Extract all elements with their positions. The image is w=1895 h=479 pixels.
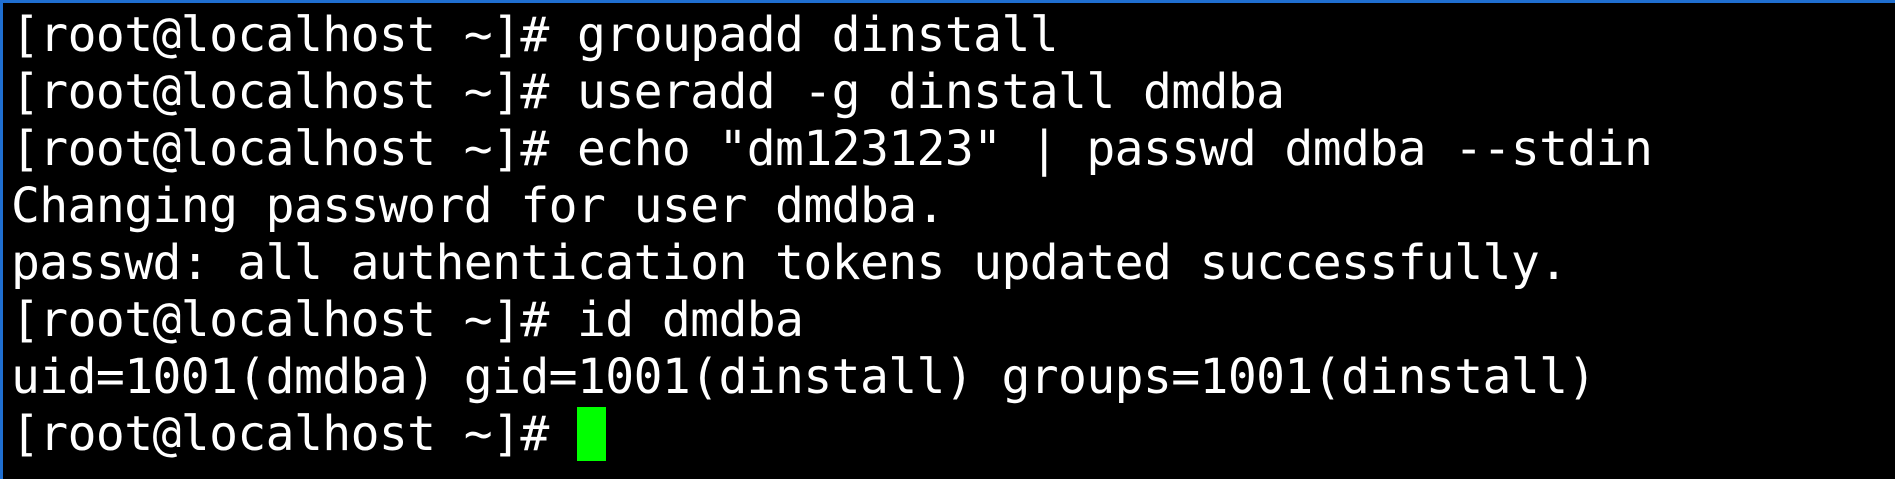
terminal-line: [root@localhost ~]# groupadd dinstall: [11, 7, 1059, 63]
terminal-screen[interactable]: [root@localhost ~]# groupadd dinstall [r…: [11, 7, 1895, 479]
terminal-line: passwd: all authentication tokens update…: [11, 235, 1568, 291]
terminal-prompt-line[interactable]: [root@localhost ~]#: [11, 406, 1895, 463]
terminal-line: uid=1001(dmdba) gid=1001(dinstall) group…: [11, 349, 1596, 405]
terminal-line: [root@localhost ~]# useradd -g dinstall …: [11, 64, 1285, 120]
terminal-line: [root@localhost ~]# id dmdba: [11, 292, 804, 348]
terminal-cursor: [576, 407, 606, 461]
terminal-window[interactable]: [root@localhost ~]# groupadd dinstall [r…: [0, 0, 1895, 479]
terminal-prompt: [root@localhost ~]#: [11, 406, 577, 462]
terminal-line: Changing password for user dmdba.: [11, 178, 945, 234]
terminal-line: [root@localhost ~]# echo "dm123123" | pa…: [11, 121, 1653, 177]
